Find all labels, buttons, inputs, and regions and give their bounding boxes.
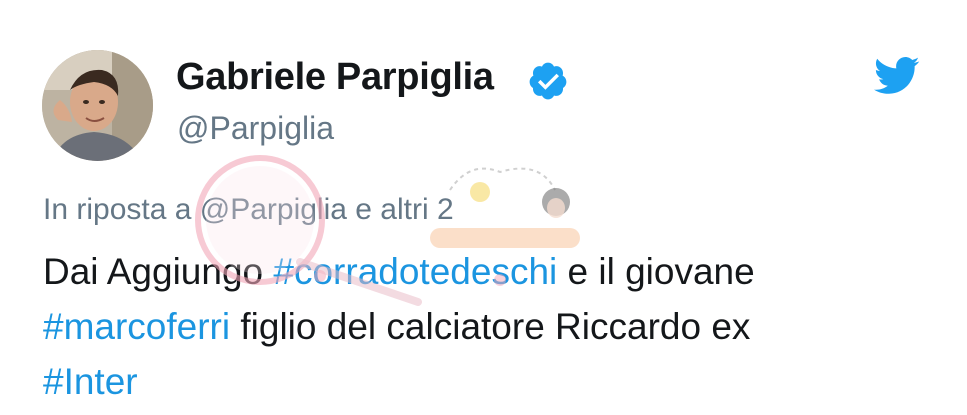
tweet-text-segment: Dai Aggiungo — [43, 251, 274, 292]
verified-badge-icon — [529, 62, 567, 100]
tweet-text-segment: e il giovane — [557, 251, 755, 292]
tweet-line-3: #Inter — [43, 354, 923, 409]
hashtag-link[interactable]: #corradotedeschi — [273, 251, 557, 292]
display-name[interactable]: Gabriele Parpiglia — [176, 54, 494, 100]
twitter-bird-icon[interactable] — [874, 56, 920, 96]
avatar-photo — [42, 50, 153, 161]
tweet-line-2: #marcoferri figlio del calciatore Riccar… — [43, 299, 923, 354]
reply-context[interactable]: In riposta a @Parpiglia e altri 2 — [43, 191, 454, 229]
handle[interactable]: @Parpiglia — [177, 108, 334, 148]
tweet-card: Gabriele Parpiglia @Parpiglia In riposta… — [0, 0, 967, 415]
tweet-text-segment: figlio del calciatore Riccardo ex — [230, 306, 751, 347]
tweet-line-1: Dai Aggiungo #corradotedeschi e il giova… — [43, 244, 923, 299]
hashtag-link[interactable]: #marcoferri — [43, 306, 230, 347]
tweet-text: Dai Aggiungo #corradotedeschi e il giova… — [43, 244, 923, 409]
avatar[interactable] — [42, 50, 153, 161]
hashtag-link[interactable]: #Inter — [43, 361, 138, 402]
